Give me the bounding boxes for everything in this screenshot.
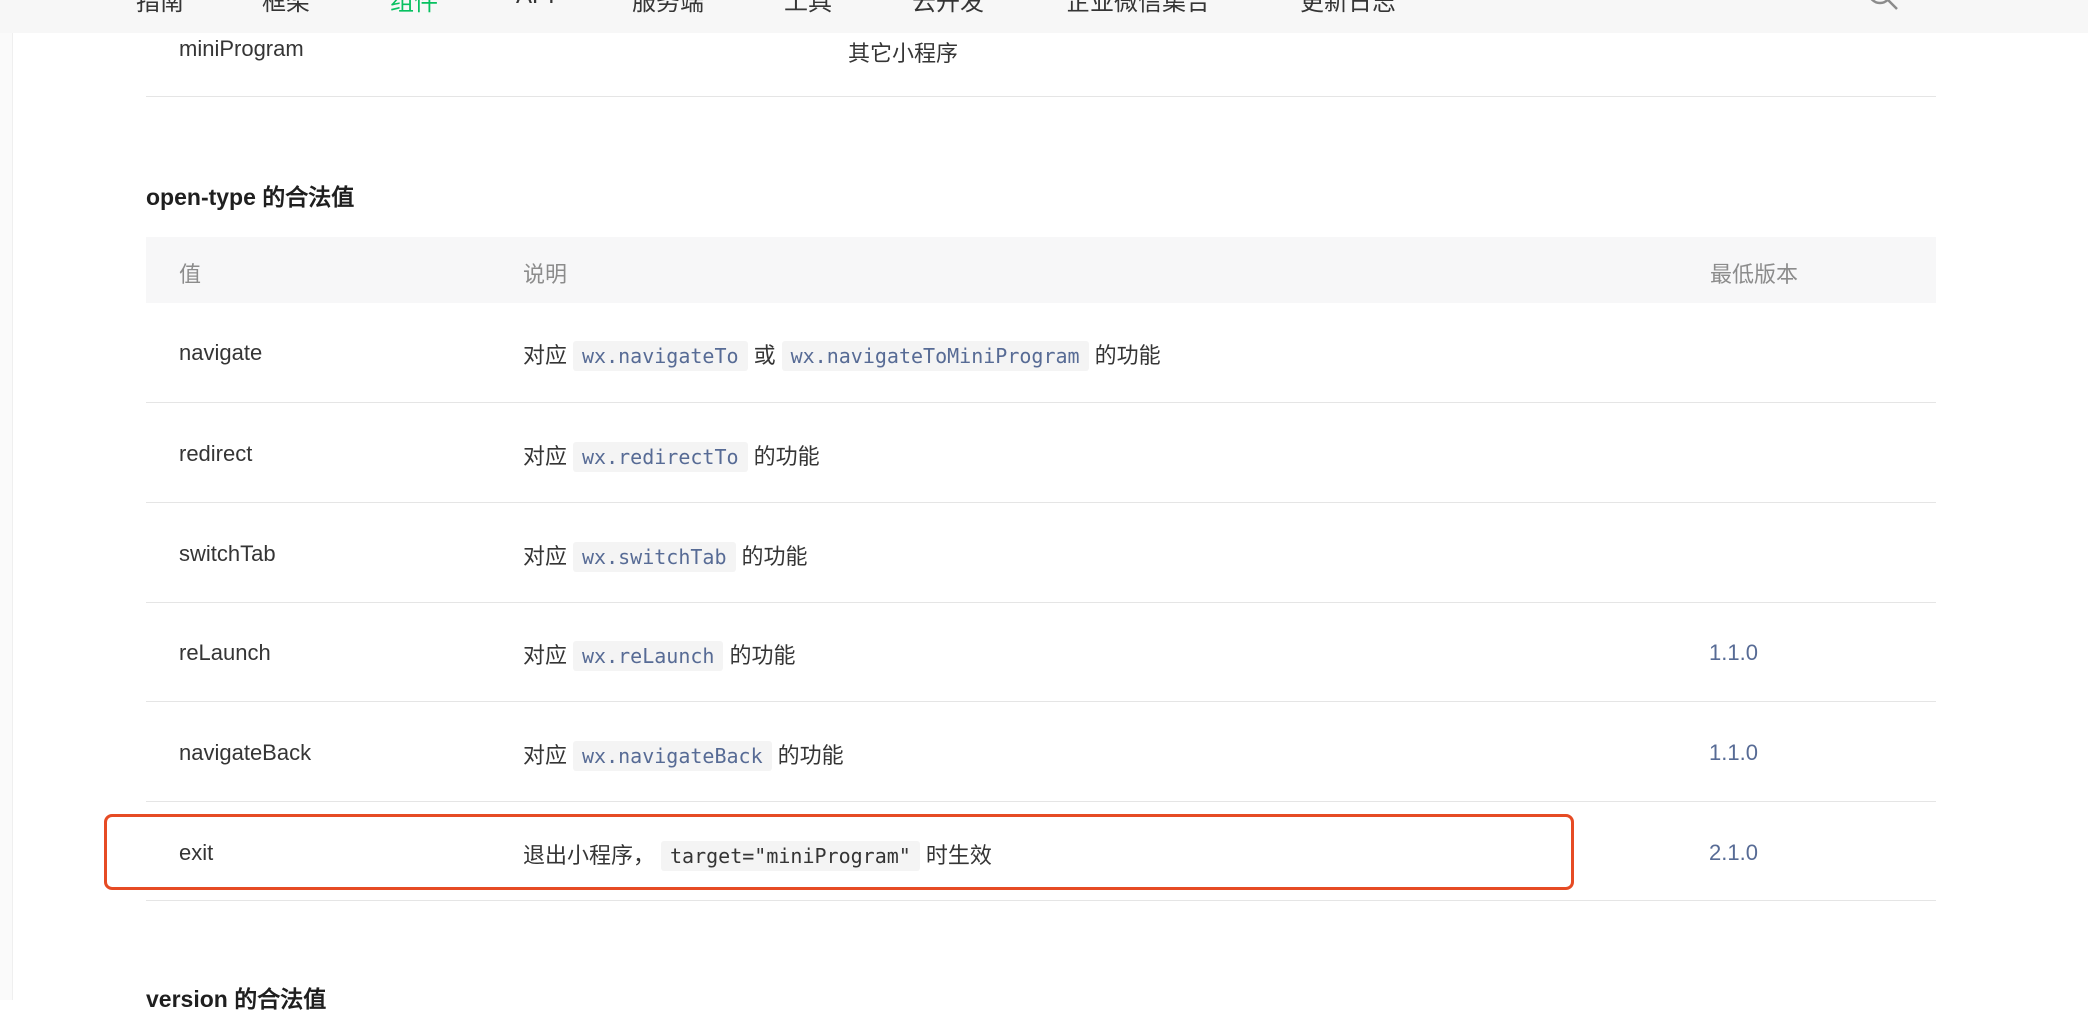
row-desc-navigateBack: 对应 wx.navigateBack 的功能 <box>523 738 844 771</box>
header-min-version: 最低版本 <box>1710 262 1799 287</box>
header-value: 值 <box>179 262 202 287</box>
table-header: 值 说明 最低版本 <box>146 237 1936 303</box>
header-desc: 说明 <box>523 262 568 287</box>
section-title-open-type: open-type 的合法值 <box>146 184 355 210</box>
nav-cloud[interactable]: 云开发 <box>912 0 984 17</box>
row-desc-reLaunch: 对应 wx.reLaunch 的功能 <box>523 638 795 671</box>
code-redirectTo[interactable]: wx.redirectTo <box>573 442 748 472</box>
highlight-box <box>104 814 1574 890</box>
nav-api[interactable]: API <box>516 0 555 10</box>
row-version-exit[interactable]: 2.1.0 <box>1709 840 1758 866</box>
row-desc-redirect: 对应 wx.redirectTo 的功能 <box>523 439 820 472</box>
row-value-navigate: navigate <box>179 340 263 365</box>
row-version-navigateBack[interactable]: 1.1.0 <box>1709 740 1758 766</box>
nav-guide[interactable]: 指南 <box>136 0 184 17</box>
row-divider <box>146 801 1936 802</box>
row-divider <box>146 502 1936 503</box>
row-value-switchTab: switchTab <box>179 541 276 566</box>
prev-row-value: miniProgram <box>179 36 304 61</box>
row-divider <box>146 96 1936 97</box>
row-divider <box>146 602 1936 603</box>
top-nav: 指南 框架 组件 API 服务端 工具 云开发 企业微信集合 更新日志 <box>0 0 2088 33</box>
row-desc-navigate: 对应 wx.navigateTo 或 wx.navigateToMiniProgram… <box>523 338 1161 371</box>
row-value-redirect: redirect <box>179 441 253 466</box>
left-border <box>0 0 13 1000</box>
row-divider <box>146 402 1936 403</box>
section-title-version: version 的合法值 <box>146 986 327 1012</box>
nav-tools[interactable]: 工具 <box>784 0 832 17</box>
code-navigateToMiniProgram[interactable]: wx.navigateToMiniProgram <box>781 341 1089 371</box>
row-divider <box>146 701 1936 702</box>
code-navigateTo[interactable]: wx.navigateTo <box>573 341 748 371</box>
nav-changelog[interactable]: 更新日志 <box>1300 0 1396 17</box>
nav-framework[interactable]: 框架 <box>262 0 310 17</box>
row-version-reLaunch[interactable]: 1.1.0 <box>1709 640 1758 666</box>
code-switchTab[interactable]: wx.switchTab <box>573 542 736 572</box>
code-reLaunch[interactable]: wx.reLaunch <box>573 641 724 671</box>
nav-server[interactable]: 服务端 <box>632 0 704 17</box>
prev-row-desc: 其它小程序 <box>848 41 959 66</box>
nav-wecom[interactable]: 企业微信集合 <box>1066 0 1210 17</box>
nav-components[interactable]: 组件 <box>390 0 438 17</box>
search-icon[interactable] <box>1866 0 1900 12</box>
row-value-reLaunch: reLaunch <box>179 640 271 665</box>
row-desc-switchTab: 对应 wx.switchTab 的功能 <box>523 539 808 572</box>
code-navigateBack[interactable]: wx.navigateBack <box>573 741 772 771</box>
row-value-navigateBack: navigateBack <box>179 740 312 765</box>
row-divider <box>146 900 1936 901</box>
